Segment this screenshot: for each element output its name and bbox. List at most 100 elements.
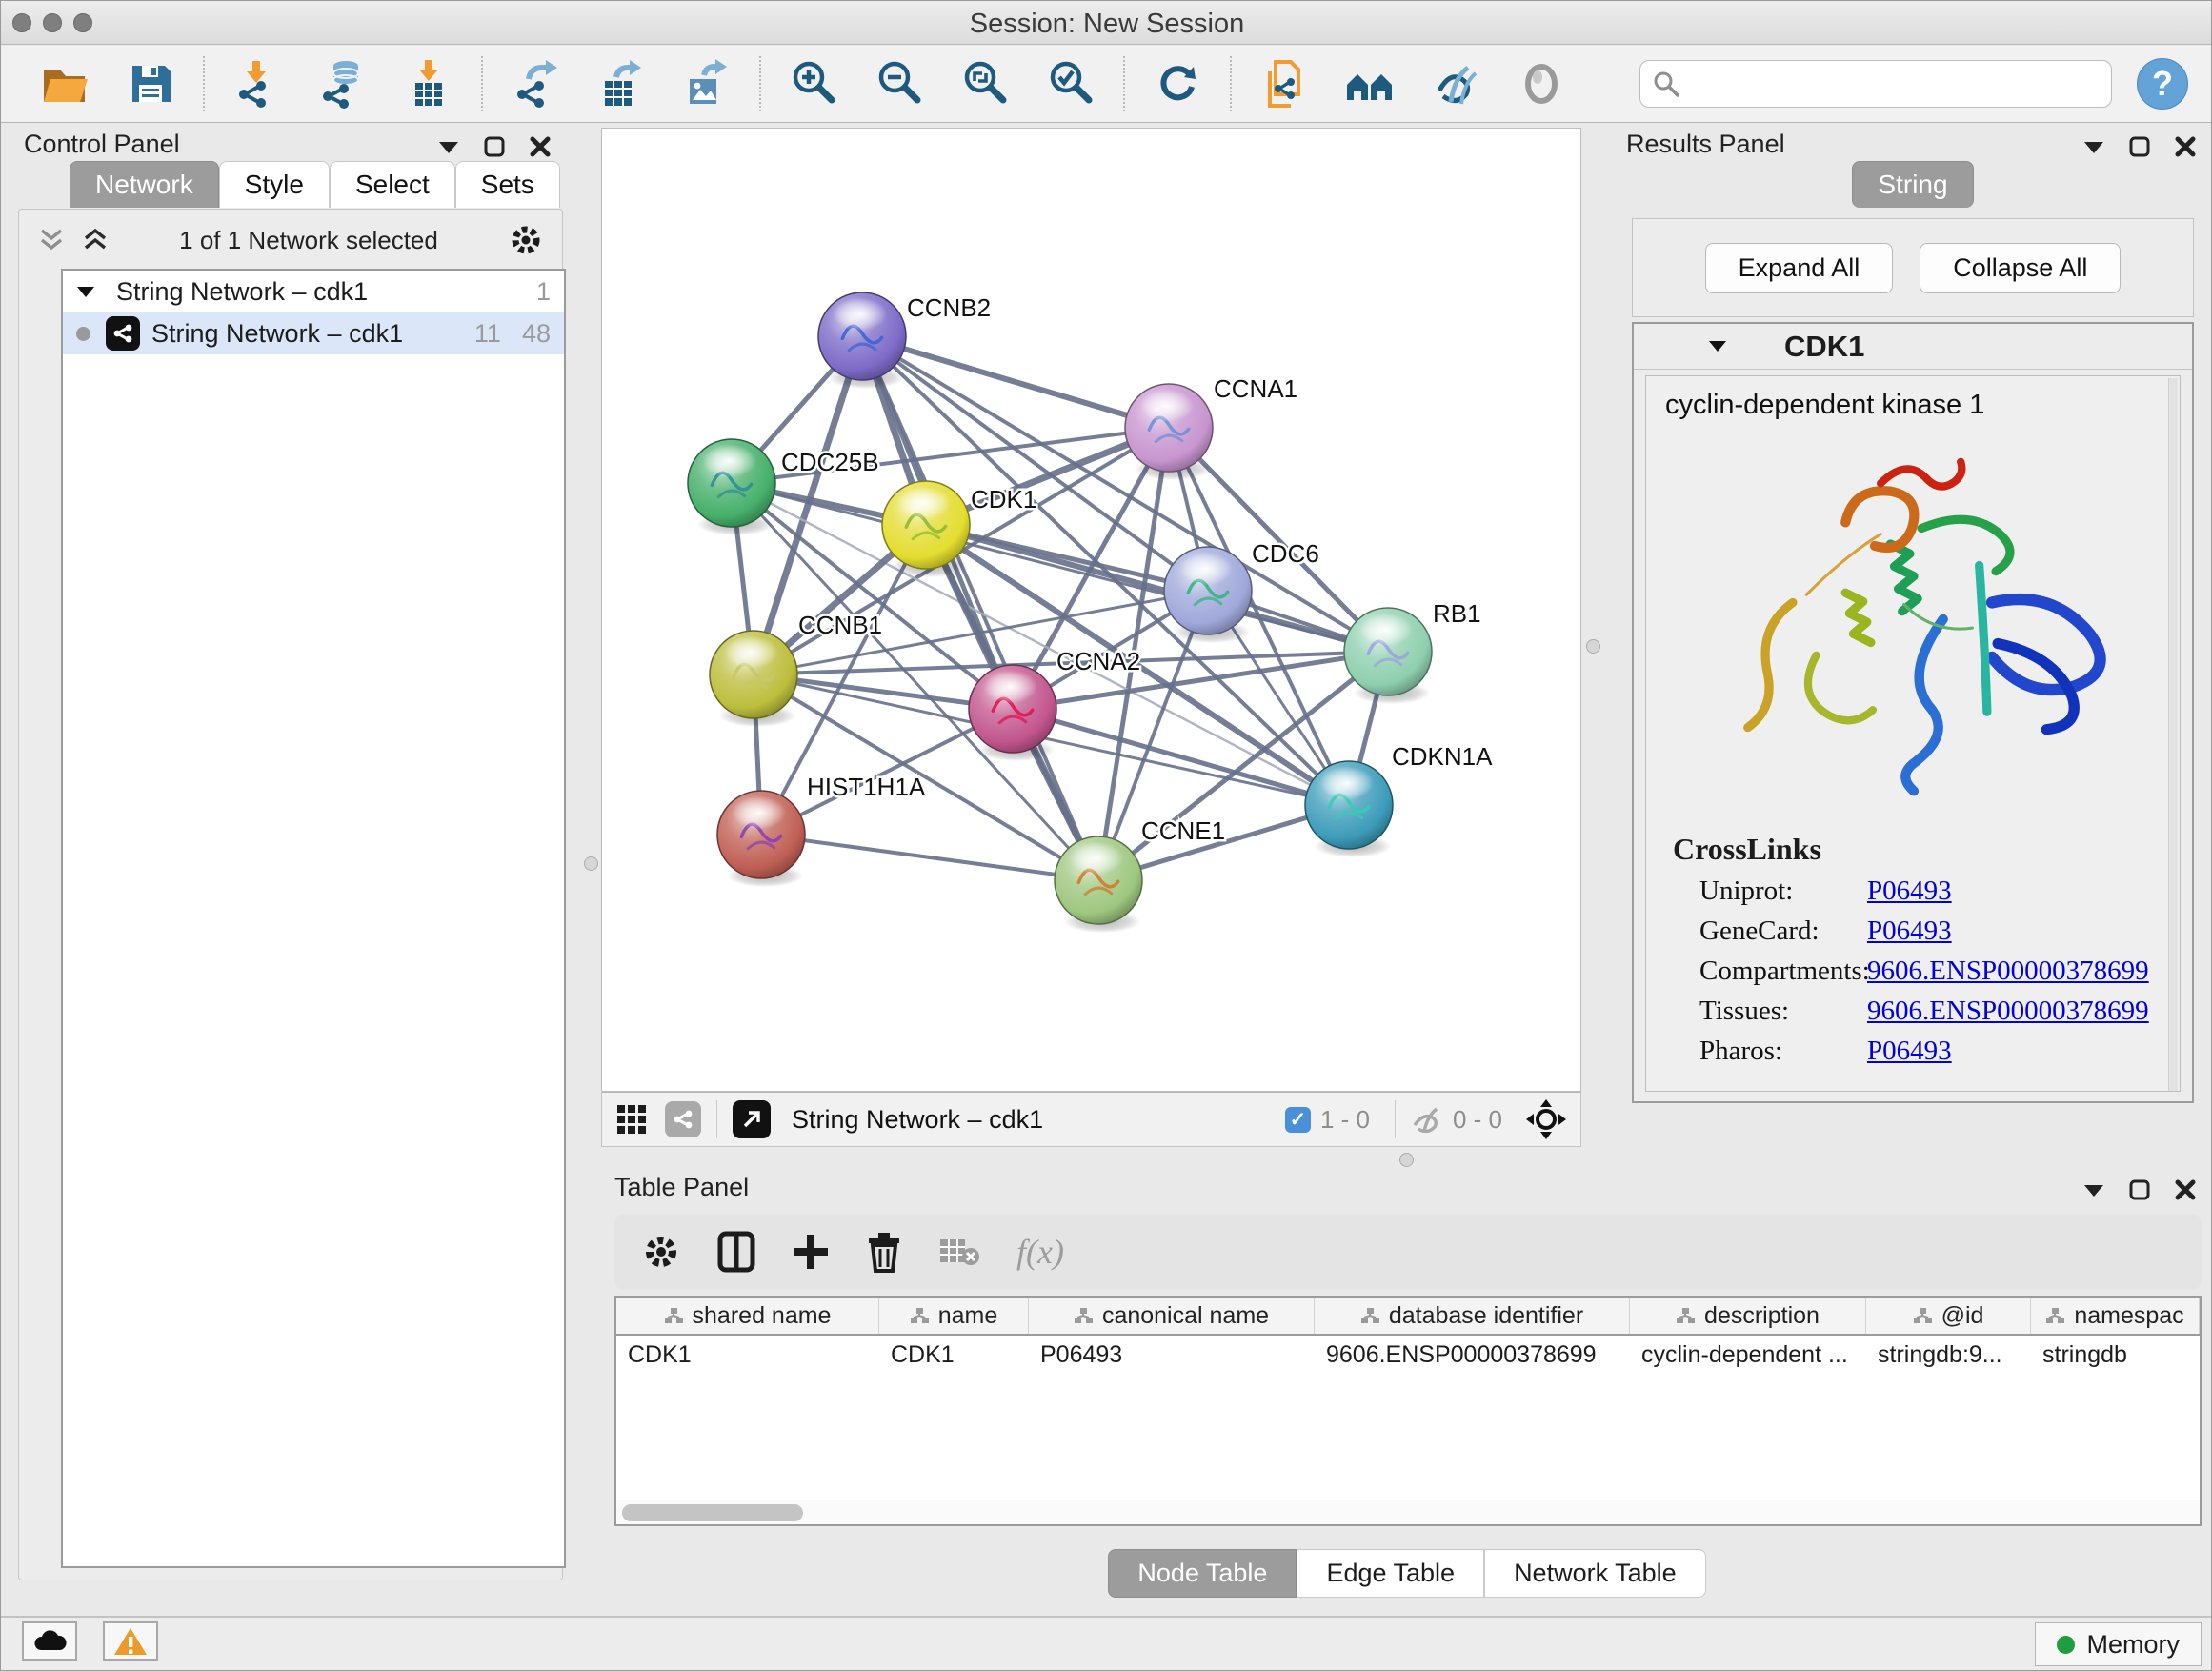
tab-node-table[interactable]: Node Table — [1108, 1549, 1297, 1598]
column-header-name[interactable]: name — [879, 1298, 1029, 1334]
refresh-icon[interactable] — [1150, 56, 1205, 111]
right-splitter-handle[interactable] — [1586, 639, 1600, 654]
save-icon[interactable] — [123, 56, 178, 111]
hscroll-thumb[interactable] — [622, 1504, 803, 1521]
table-cell[interactable]: CDK1 — [879, 1336, 1029, 1374]
function-builder-button: f(x) — [1016, 1232, 1064, 1272]
show-all-icon[interactable] — [1514, 56, 1569, 111]
help-button[interactable]: ? — [2137, 58, 2188, 110]
memory-button[interactable]: Memory — [2035, 1622, 2202, 1666]
crosslink-value-link[interactable]: P06493 — [1867, 876, 1952, 907]
node-table: shared namenamecanonical namedatabase id… — [614, 1296, 2202, 1526]
zoom-selected-icon[interactable] — [1043, 56, 1098, 111]
network-row[interactable]: String Network – cdk1 11 48 — [63, 312, 564, 354]
export-table-icon[interactable] — [593, 56, 649, 111]
tab-select[interactable]: Select — [330, 161, 455, 208]
zoom-out-icon[interactable] — [872, 56, 927, 111]
import-database-icon[interactable] — [315, 56, 371, 111]
crosslink-value-link[interactable]: 9606.ENSP00000378699 — [1867, 996, 2149, 1027]
panel-close-icon[interactable] — [2175, 1179, 2196, 1200]
import-table-icon[interactable] — [401, 56, 456, 111]
search-input[interactable] — [1680, 69, 2100, 100]
panel-close-icon[interactable] — [530, 136, 551, 157]
panel-menu-icon[interactable] — [2083, 139, 2104, 154]
crosslink-value-link[interactable]: P06493 — [1867, 1036, 1952, 1067]
collection-expander-icon[interactable] — [76, 285, 95, 299]
network-node-cdk1[interactable]: CDK1 — [882, 481, 1036, 577]
network-node-hist1h1a[interactable]: HIST1H1A — [717, 773, 926, 887]
tab-style[interactable]: Style — [219, 161, 330, 208]
tab-network-table[interactable]: Network Table — [1484, 1549, 1706, 1598]
gene-description: cyclin-dependent kinase 1 — [1665, 390, 2180, 421]
duplicate-network-icon[interactable] — [1257, 56, 1312, 111]
zoom-in-icon[interactable] — [786, 56, 841, 111]
collapse-all-icon[interactable] — [38, 228, 65, 252]
birdseye-toggle-icon[interactable] — [1525, 1098, 1567, 1140]
gene-section-header[interactable]: CDK1 — [1634, 324, 2192, 370]
gear-icon[interactable] — [641, 1232, 681, 1272]
network-view-toolbar: String Network – cdk1 ✓ 1 - 0 0 - 0 — [601, 1092, 1581, 1147]
table-cell[interactable]: P06493 — [1029, 1336, 1315, 1374]
panel-close-icon[interactable] — [2175, 136, 2196, 157]
first-neighbors-icon[interactable] — [1342, 56, 1398, 111]
show-columns-icon[interactable] — [717, 1231, 755, 1273]
network-node-rb1[interactable]: RB1 — [1344, 599, 1481, 704]
crosslink-label: Uniprot: — [1699, 876, 1867, 907]
section-expander-icon[interactable] — [1708, 339, 1727, 353]
column-header-canonical-name[interactable]: canonical name — [1029, 1298, 1315, 1334]
network-node-cdkn1a[interactable]: CDKN1A — [1305, 742, 1493, 857]
table-cell[interactable]: stringdb:9... — [1866, 1336, 2031, 1374]
column-header-shared-name[interactable]: shared name — [616, 1298, 879, 1334]
panel-float-icon[interactable] — [484, 136, 505, 157]
tab-network[interactable]: Network — [70, 161, 219, 208]
column-header-description[interactable]: description — [1630, 1298, 1866, 1334]
table-cell[interactable]: 9606.ENSP00000378699 — [1315, 1336, 1630, 1374]
expand-all-button[interactable]: Expand All — [1705, 243, 1894, 293]
panel-float-icon[interactable] — [2129, 1179, 2150, 1200]
grid-view-icon[interactable] — [615, 1103, 648, 1136]
tab-edge-table[interactable]: Edge Table — [1297, 1549, 1484, 1598]
table-hscrollbar[interactable] — [616, 1500, 2200, 1524]
tab-sets[interactable]: Sets — [455, 161, 560, 208]
table-cell[interactable]: CDK1 — [616, 1336, 879, 1374]
network-share-icon[interactable] — [665, 1101, 701, 1137]
column-header-database-identifier[interactable]: database identifier — [1315, 1298, 1630, 1334]
network-node-ccnb2[interactable]: CCNB2 — [818, 292, 991, 389]
column-header-icon — [1074, 1307, 1093, 1324]
left-splitter-handle[interactable] — [584, 856, 598, 871]
export-network-icon[interactable] — [508, 56, 563, 111]
import-network-icon[interactable] — [230, 56, 285, 111]
network-view-title: String Network – cdk1 — [792, 1105, 1285, 1135]
crosslink-value-link[interactable]: 9606.ENSP00000378699 — [1867, 956, 2149, 987]
bottom-splitter-handle[interactable] — [1399, 1153, 1414, 1167]
hide-selected-icon[interactable] — [1428, 56, 1483, 111]
collapse-all-button[interactable]: Collapse All — [1920, 243, 2121, 293]
table-row[interactable]: CDK1CDK1P064939606.ENSP00000378699cyclin… — [616, 1336, 2200, 1374]
table-cell[interactable]: cyclin-dependent ... — [1630, 1336, 1866, 1374]
gear-icon[interactable] — [509, 223, 543, 257]
table-cell[interactable]: stringdb — [2031, 1336, 2200, 1374]
network-node-cdc25b[interactable]: CDC25B — [688, 439, 879, 535]
crosslink-value-link[interactable]: P06493 — [1867, 916, 1952, 947]
export-image-icon[interactable] — [679, 56, 734, 111]
network-node-ccna1[interactable]: CCNA1 — [1125, 374, 1297, 480]
network-canvas[interactable]: CCNB2CCNA1CDC25BCDK1CDC6RB1CCNB1CCNA2CDK… — [601, 128, 1581, 1092]
column-header--id[interactable]: @id — [1866, 1298, 2031, 1334]
column-header-namespac[interactable]: namespac — [2031, 1298, 2200, 1334]
detach-view-icon[interactable] — [733, 1100, 771, 1138]
network-node-ccnb1[interactable]: CCNB1 — [710, 611, 882, 727]
panel-menu-icon[interactable] — [438, 139, 459, 154]
warning-button[interactable] — [103, 1621, 158, 1661]
results-scrollbar[interactable] — [2168, 378, 2178, 1091]
panel-menu-icon[interactable] — [2083, 1182, 2104, 1198]
open-folder-icon[interactable] — [37, 56, 92, 111]
zoom-fit-icon[interactable] — [957, 56, 1013, 111]
add-column-icon[interactable] — [792, 1233, 830, 1271]
network-edge[interactable] — [761, 835, 1098, 880]
tab-string[interactable]: String — [1852, 161, 1973, 208]
delete-column-icon[interactable] — [866, 1231, 902, 1273]
cloud-button[interactable] — [22, 1621, 77, 1661]
network-collection-row[interactable]: String Network – cdk1 1 — [63, 271, 564, 312]
panel-float-icon[interactable] — [2129, 136, 2150, 157]
expand-all-icon[interactable] — [82, 228, 109, 252]
